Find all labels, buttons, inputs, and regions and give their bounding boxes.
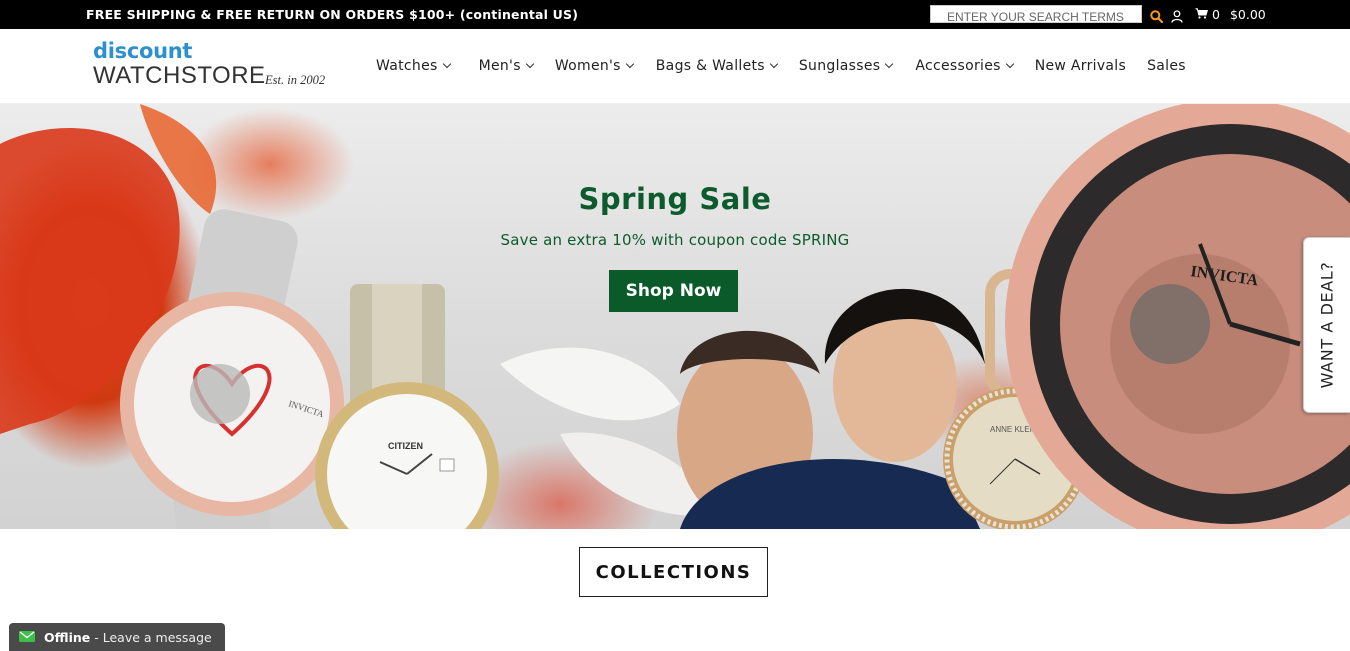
chat-message: - Leave a message	[94, 629, 212, 645]
shipping-promo: FREE SHIPPING & FREE RETURN ON ORDERS $1…	[86, 7, 579, 22]
search-icon[interactable]	[1150, 8, 1164, 24]
want-a-deal-label: WANT A DEAL?	[1317, 261, 1337, 389]
cart-total: $0.00	[1229, 7, 1266, 22]
chevron-down-icon	[885, 59, 894, 69]
logo-line2: WATCHSTORE	[93, 62, 266, 89]
nav-item-bags-wallets[interactable]: Bags & Wallets	[656, 58, 779, 74]
search-field[interactable]	[930, 5, 1142, 25]
chevron-down-icon	[525, 59, 535, 69]
collections-heading: COLLECTIONS	[579, 547, 768, 597]
main-nav: Watches Men's Women's Bags & Wallets Sun…	[376, 58, 1186, 74]
nav-item-womens[interactable]: Women's	[555, 58, 635, 74]
nav-item-sunglasses[interactable]: Sunglasses	[799, 58, 894, 74]
nav-item-accessories[interactable]: Accessories	[915, 58, 1014, 74]
chevron-down-icon	[442, 59, 451, 69]
hero-subtitle: Save an extra 10% with coupon code SPRIN…	[500, 231, 850, 249]
want-a-deal-tab[interactable]: WANT A DEAL?	[1303, 237, 1350, 413]
chevron-down-icon	[1005, 59, 1014, 69]
cart-count: 0	[1212, 7, 1220, 22]
user-icon[interactable]	[1171, 8, 1183, 23]
envelope-icon	[19, 630, 35, 645]
hero-title: Spring Sale	[578, 182, 772, 216]
nav-item-new-arrivals[interactable]: New Arrivals	[1035, 58, 1126, 74]
chat-widget[interactable]: Offline - Leave a message	[9, 623, 225, 651]
chat-status: Offline	[44, 629, 91, 645]
chevron-down-icon	[625, 59, 635, 69]
nav-item-sales[interactable]: Sales	[1147, 58, 1186, 74]
logo-tagline: Est. in 2002	[265, 73, 326, 87]
chevron-down-icon	[769, 59, 779, 69]
cart-summary[interactable]: 0 $0.00	[1195, 7, 1266, 22]
site-header: discount WATCHSTORE Est. in 2002 Watches…	[0, 29, 1350, 104]
cart-icon[interactable]	[1195, 7, 1209, 22]
site-logo[interactable]: discount WATCHSTORE Est. in 2002	[93, 39, 333, 95]
hero-watches-illustration: INVICTA CITIZEN ANNE KLEIN INVICTA	[0, 104, 1350, 529]
search-input[interactable]	[931, 9, 1141, 25]
hero-banner[interactable]: INVICTA CITIZEN ANNE KLEIN INVICTA Sprin…	[0, 104, 1350, 529]
nav-item-mens[interactable]: Men's	[479, 58, 535, 74]
svg-text:CITIZEN: CITIZEN	[388, 441, 423, 451]
shop-now-button[interactable]: Shop Now	[609, 270, 738, 312]
top-bar: FREE SHIPPING & FREE RETURN ON ORDERS $1…	[0, 0, 1350, 29]
collections-label: COLLECTIONS	[595, 561, 752, 583]
logo-line1: discount	[93, 39, 193, 63]
nav-item-watches[interactable]: Watches	[376, 58, 451, 74]
